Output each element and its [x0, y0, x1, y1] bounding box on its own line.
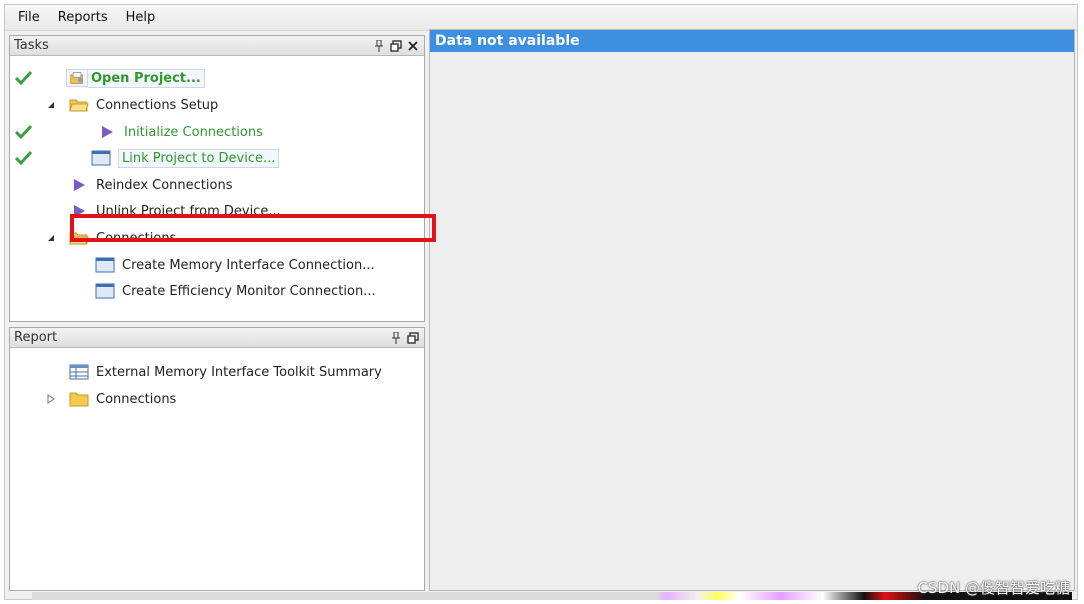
pin-icon[interactable]: [372, 39, 386, 53]
tasks-panel: Tasks Open Project... Connections Setup …: [9, 35, 425, 322]
folder-open-icon: [68, 96, 90, 114]
task-link-project[interactable]: Link Project to Device...: [10, 146, 280, 170]
watermark: CSDN @傻智智爱吃糖: [917, 579, 1070, 597]
restore-icon[interactable]: [389, 39, 403, 53]
window-icon: [94, 256, 116, 274]
task-label: Create Memory Interface Connection...: [122, 257, 375, 273]
task-label: Reindex Connections: [96, 177, 233, 193]
play-arrow-icon: [96, 123, 118, 141]
task-create-efficiency-monitor-connection[interactable]: Create Efficiency Monitor Connection...: [10, 279, 376, 303]
menu-file[interactable]: File: [9, 10, 49, 25]
expand-down-icon[interactable]: [46, 100, 56, 110]
check-icon: [14, 123, 34, 141]
task-label: Initialize Connections: [124, 124, 263, 140]
tasks-panel-title: Tasks: [14, 38, 49, 53]
pin-icon[interactable]: [389, 331, 403, 345]
main-header: Data not available: [430, 30, 1074, 52]
task-label: Link Project to Device...: [118, 148, 280, 168]
task-reindex-connections[interactable]: Reindex Connections: [10, 173, 232, 197]
task-create-memory-interface-connection[interactable]: Create Memory Interface Connection...: [10, 253, 375, 277]
tasks-panel-header: Tasks: [10, 36, 424, 56]
expand-right-icon[interactable]: [46, 394, 56, 404]
check-icon: [14, 149, 34, 167]
bottom-strip: [32, 592, 1072, 600]
play-arrow-icon: [68, 176, 90, 194]
folder-icon: [68, 390, 90, 408]
app-window: File Reports Help Tasks Open Project... …: [4, 4, 1078, 600]
report-panel-header: Report: [10, 328, 424, 348]
window-icon: [90, 149, 112, 167]
task-open-project-label: Open Project...: [88, 68, 205, 88]
report-connections[interactable]: Connections: [10, 387, 176, 411]
window-icon: [94, 282, 116, 300]
expand-down-icon[interactable]: [46, 233, 56, 243]
report-summary[interactable]: External Memory Interface Toolkit Summar…: [10, 360, 382, 384]
task-open-project[interactable]: Open Project...: [10, 66, 424, 90]
report-panel-title: Report: [14, 330, 58, 345]
report-item-label: External Memory Interface Toolkit Summar…: [96, 364, 382, 380]
menu-bar: File Reports Help: [5, 5, 1077, 31]
report-panel: Report External Memory Interface Toolkit…: [9, 327, 425, 591]
task-group-connections-setup[interactable]: Connections Setup: [10, 93, 218, 117]
table-icon: [68, 363, 90, 381]
task-group-label: Connections Setup: [96, 97, 219, 113]
main-view: Data not available: [429, 29, 1075, 591]
menu-help[interactable]: Help: [117, 10, 165, 25]
check-icon: [14, 69, 34, 87]
highlight-annotation-box: [70, 214, 436, 242]
restore-icon[interactable]: [406, 331, 420, 345]
task-initialize-connections[interactable]: Initialize Connections: [10, 120, 263, 144]
close-icon[interactable]: [406, 39, 420, 53]
task-label: Create Efficiency Monitor Connection...: [122, 283, 376, 299]
open-project-icon: [66, 69, 88, 87]
menu-reports[interactable]: Reports: [49, 10, 117, 25]
report-item-label: Connections: [96, 391, 177, 407]
